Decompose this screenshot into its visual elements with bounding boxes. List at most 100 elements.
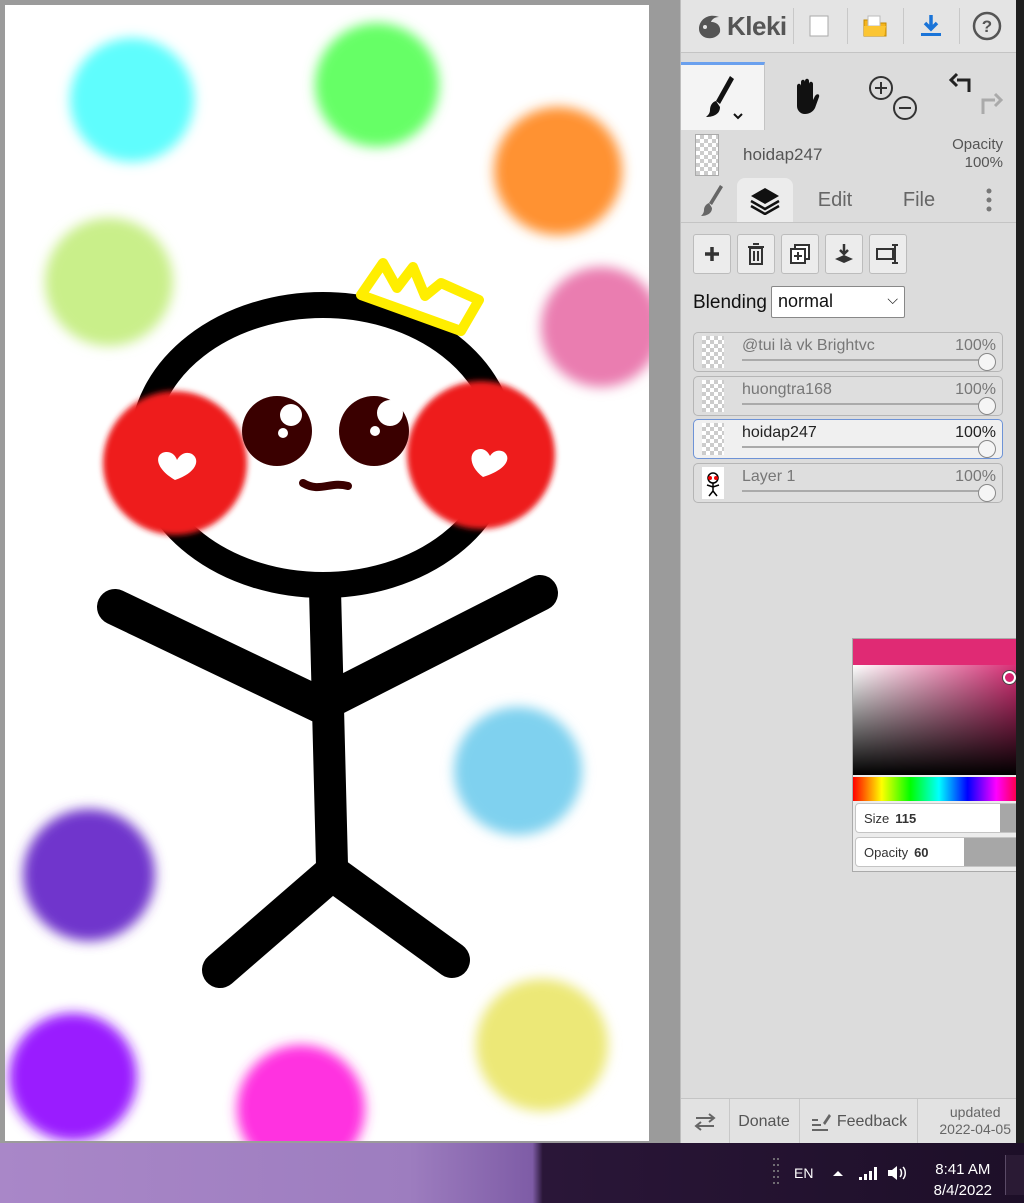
layer-opacity: 100% [955,337,996,354]
layer-thumbnail [702,423,724,455]
system-clock[interactable]: 8:41 AM 8/4/2022 [934,1159,992,1201]
open-folder-icon [863,15,887,37]
feedback-icon [811,1113,831,1131]
help-icon: ? [972,11,1002,41]
rename-icon [876,244,898,264]
current-layer-info: hoidap247 Opacity 100% [681,132,1017,178]
tool-row [681,62,1017,130]
current-layer-name: hoidap247 [743,145,823,164]
download-icon [921,15,941,36]
clock-time: 8:41 AM [935,1161,991,1178]
tab-layers[interactable] [737,178,793,222]
slider-knob[interactable] [978,440,996,458]
new-image-button[interactable] [799,8,839,44]
layer-opacity: 100% [955,424,996,441]
open-button[interactable] [855,8,895,44]
zoom-out-icon[interactable] [893,96,917,120]
layer-thumbnail [702,380,724,412]
opacity-slider[interactable]: Opacity 60 [855,837,1023,867]
app-title: Kleki [727,10,787,41]
chevron-up-icon [833,1171,843,1176]
undo-redo-buttons [933,62,1017,130]
layer-opacity-slider[interactable] [742,490,986,492]
svg-text:?: ? [982,17,992,36]
color-picker-popup[interactable]: Size 115 Opacity 60 [852,638,1024,872]
color-cursor[interactable] [1003,671,1016,684]
zoom-in-icon[interactable] [869,76,893,100]
layer-item[interactable]: Layer 1 100% [693,463,1003,503]
layer-item[interactable]: @tui là vk Brightvc 100% [693,332,1003,372]
zoom-buttons [849,62,934,130]
updated-info: updated 2022-04-05 [939,1104,1011,1137]
brush-tool-button[interactable] [681,62,765,130]
divider [847,8,848,44]
saturation-value-area[interactable] [853,665,1024,775]
side-panel: Kleki ? hoidap247 Opacity 100% Edit File… [680,0,1017,1144]
app-window: Kleki ? hoidap247 Opacity 100% Edit File… [0,0,1024,1144]
slider-knob[interactable] [978,397,996,415]
tray-grip [772,1143,782,1203]
duplicate-icon [790,244,810,264]
volume-icon[interactable] [886,1143,908,1203]
current-layer-opacity: Opacity 100% [952,136,1003,171]
blending-row: Blending normal ⌵ [681,286,1017,322]
tab-file[interactable]: File [887,178,951,222]
new-file-icon [809,15,829,37]
layer-name: @tui là vk Brightvc [742,337,875,354]
stick-figure [97,258,558,988]
save-button[interactable] [911,8,951,44]
merge-down-button[interactable] [825,234,863,274]
kleki-logo[interactable]: Kleki [695,9,787,43]
redo-icon[interactable] [981,92,1004,114]
bottom-bar: Donate Feedback updated 2022-04-05 [681,1098,1017,1144]
layer-opacity-slider[interactable] [742,446,986,448]
delete-layer-button[interactable] [737,234,775,274]
hand-tool-button[interactable] [765,62,850,130]
hand-icon [797,78,820,114]
slider-knob[interactable] [978,484,996,502]
panel-tabs: Edit File [681,178,1017,223]
size-label: Size [864,811,890,826]
current-layer-thumbnail [695,134,719,176]
swap-icon [694,1112,716,1131]
hue-slider[interactable] [853,777,1024,801]
swap-sides-button[interactable] [681,1099,730,1144]
duplicate-layer-button[interactable] [781,234,819,274]
show-desktop-button[interactable] [1005,1155,1024,1195]
layer-opacity-slider[interactable] [742,359,986,361]
feedback-label: Feedback [836,1112,908,1130]
size-slider[interactable]: Size 115 [855,803,1023,833]
layer-name: huongtra168 [742,381,832,398]
layer-opacity: 100% [955,468,996,485]
brush-icon [705,75,743,119]
drawing-canvas[interactable] [5,5,649,1141]
window-edge [1016,0,1024,1143]
merge-down-icon [835,244,853,263]
show-hidden-icons-button[interactable] [832,1143,844,1203]
tab-edit[interactable]: Edit [803,178,867,222]
divider [959,8,960,44]
layer-item[interactable]: huongtra168 100% [693,376,1003,416]
donate-button[interactable]: Donate [729,1099,800,1144]
layer-opacity: 100% [955,381,996,398]
rename-layer-button[interactable] [869,234,907,274]
opacity-slider-fill [964,838,1022,866]
layer-thumbnail [702,467,724,499]
opacity-value: 60 [914,845,929,860]
tab-brush[interactable] [691,178,735,222]
slider-knob[interactable] [978,353,996,371]
layer-item-active[interactable]: hoidap247 100% [693,419,1003,459]
language-indicator[interactable]: EN [794,1143,813,1203]
layer-name: hoidap247 [742,424,817,441]
network-icon[interactable] [858,1143,880,1203]
feedback-button[interactable]: Feedback [799,1099,918,1144]
top-bar: Kleki ? [681,0,1017,53]
layer-name: Layer 1 [742,468,796,485]
undo-icon[interactable] [948,72,971,92]
divider [793,8,794,44]
blending-select[interactable]: normal ⌵ [771,286,905,318]
help-button[interactable]: ? [967,8,1007,44]
add-layer-button[interactable] [693,234,731,274]
layer-opacity-slider[interactable] [742,403,986,405]
more-menu-button[interactable] [971,178,1007,222]
